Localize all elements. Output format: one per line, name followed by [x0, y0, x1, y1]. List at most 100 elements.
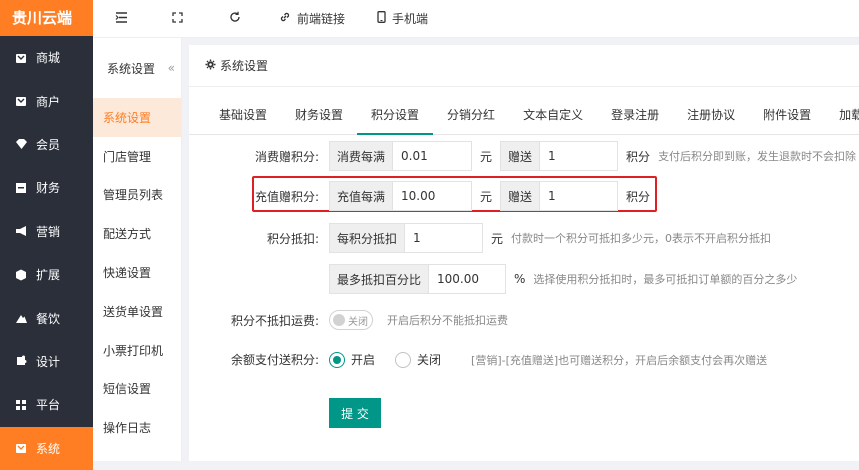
subnav-item-sms-settings[interactable]: 短信设置 [93, 370, 181, 409]
app-logo[interactable]: 贵川云端 [0, 0, 93, 36]
shop-icon [14, 51, 28, 65]
sidebar-item-label: 营销 [36, 223, 60, 240]
sidebar-item-marketing[interactable]: 营销 [0, 210, 93, 253]
subnav-item-admin-list[interactable]: 管理员列表 [93, 176, 181, 215]
settings-tabs: 基础设置 财务设置 积分设置 分销分红 文本自定义 登录注册 注册协议 附件设置… [189, 95, 859, 135]
sidebar-item-shop[interactable]: 商城 [0, 36, 93, 79]
sidebar-item-design[interactable]: 设计 [0, 340, 93, 383]
sidebar-item-merchant[interactable]: 商户 [0, 79, 93, 122]
subnav-item-system-settings[interactable]: 系统设置 [93, 98, 181, 137]
tab-login-register[interactable]: 登录注册 [597, 95, 673, 134]
gear-icon [205, 59, 220, 73]
fullscreen-button[interactable] [148, 0, 203, 38]
tab-distribution[interactable]: 分销分红 [433, 95, 509, 134]
subnav-item-delivery-methods[interactable]: 配送方式 [93, 214, 181, 253]
points-deduct-label: 积分抵扣: [189, 230, 329, 247]
sidebar-item-label: 扩展 [36, 266, 60, 283]
collapse-icon[interactable]: « [168, 61, 175, 75]
sidebar-item-label: 平台 [36, 396, 60, 413]
sidebar-item-dining[interactable]: 餐饮 [0, 296, 93, 339]
recharge-points-row: 充值赠积分: 充值每满 元 赠送 积分 [189, 181, 658, 211]
tab-points[interactable]: 积分设置 [357, 95, 433, 134]
consume-give-input[interactable] [540, 141, 618, 171]
refresh-button[interactable] [203, 0, 261, 38]
mobile-icon [377, 11, 392, 26]
tab-loading-icon[interactable]: 加载图标 [825, 95, 859, 134]
deduct-per-point-addon: 每积分抵扣 [329, 223, 405, 253]
subnav-item-delivery-note-settings[interactable]: 送货单设置 [93, 292, 181, 331]
consume-unit-yuan: 元 [472, 148, 500, 165]
subnav-item-store-management[interactable]: 门店管理 [93, 137, 181, 176]
design-icon [14, 354, 28, 368]
frontend-link-label: 前端链接 [297, 10, 345, 27]
balance-points-hint: [营销]-[充值赠送]也可赠送积分，开启后余额支付会再次赠送 [471, 352, 767, 368]
recharge-unit-yuan: 元 [472, 188, 500, 205]
percent-unit: % [506, 272, 533, 286]
sidebar-item-finance[interactable]: 财务 [0, 166, 93, 209]
deduct-per-point-input[interactable] [405, 223, 483, 253]
max-deduct-hint: 选择使用积分抵扣时，最多可抵扣订单额的百分之多少 [533, 271, 797, 287]
freight-label: 积分不抵扣运费: [189, 312, 329, 329]
tab-text-custom[interactable]: 文本自定义 [509, 95, 597, 134]
tab-attachment[interactable]: 附件设置 [749, 95, 825, 134]
balance-off-option[interactable]: 关闭 [395, 351, 441, 368]
refresh-icon [229, 11, 247, 26]
sidebar-item-label: 会员 [36, 136, 60, 153]
link-icon [279, 11, 297, 26]
balance-on-option[interactable]: 开启 [329, 351, 375, 368]
subnav-item-receipt-printer[interactable]: 小票打印机 [93, 331, 181, 370]
sub-nav-title: 系统设置 [107, 60, 155, 77]
submit-button[interactable]: 提 交 [329, 398, 381, 428]
sidebar-item-platform[interactable]: 平台 [0, 383, 93, 426]
mobile-button[interactable]: 手机端 [359, 0, 442, 38]
balance-points-row: 余额支付送积分: 开启 关闭 [营销]-[充值赠送]也可赠送积分，开启后余额支付… [189, 351, 767, 368]
merchant-icon [14, 94, 28, 108]
recharge-give-input[interactable] [540, 181, 618, 211]
radio-on-icon [329, 352, 345, 368]
balance-on-label: 开启 [351, 351, 375, 368]
recharge-points-label: 充值赠积分: [189, 188, 329, 205]
toggle-text: 关闭 [348, 313, 368, 328]
balance-off-label: 关闭 [417, 351, 441, 368]
subnav-item-express-settings[interactable]: 快递设置 [93, 253, 181, 292]
sub-nav-header: 系统设置 « [93, 38, 181, 98]
max-deduct-input[interactable] [429, 264, 506, 294]
radio-off-icon [395, 352, 411, 368]
subnav-item-operation-log[interactable]: 操作日志 [93, 408, 181, 447]
consume-points-row: 消费赠积分: 消费每满 元 赠送 积分 支付后积分即到账，发生退款时不会扣除 [189, 141, 856, 171]
system-icon [14, 441, 28, 455]
recharge-threshold-input[interactable] [393, 181, 472, 211]
deduct-per-point-hint: 付款时一个积分可抵扣多少元，0表示不开启积分抵扣 [511, 230, 771, 246]
sidebar-item-system[interactable]: 系统 [0, 427, 93, 470]
sidebar-item-label: 财务 [36, 179, 60, 196]
recharge-threshold-addon: 充值每满 [329, 181, 393, 211]
sidebar-item-extension[interactable]: 扩展 [0, 253, 93, 296]
tab-basic[interactable]: 基础设置 [205, 95, 281, 134]
settings-panel: 系统设置 基础设置 财务设置 积分设置 分销分红 文本自定义 登录注册 注册协议… [189, 45, 859, 461]
extension-icon [14, 268, 28, 282]
consume-unit-points: 积分 [618, 148, 658, 165]
toggle-knob [333, 314, 345, 326]
recharge-unit-points: 积分 [618, 188, 658, 205]
finance-icon [14, 181, 28, 195]
panel-header: 系统设置 [189, 45, 859, 87]
freight-toggle[interactable]: 关闭 [329, 310, 373, 330]
frontend-link-button[interactable]: 前端链接 [261, 0, 359, 38]
sidebar-item-label: 设计 [36, 353, 60, 370]
menu-toggle-button[interactable] [93, 0, 148, 38]
dining-icon [14, 311, 28, 325]
consume-threshold-addon: 消费每满 [329, 141, 393, 171]
platform-icon [14, 398, 28, 412]
deduct-unit-yuan: 元 [483, 230, 511, 247]
top-bar: 前端链接 手机端 [93, 0, 859, 38]
consume-threshold-input[interactable] [393, 141, 472, 171]
tab-finance[interactable]: 财务设置 [281, 95, 357, 134]
fullscreen-icon [172, 12, 189, 26]
menu-toggle-icon [115, 12, 134, 26]
consume-points-label: 消费赠积分: [189, 148, 329, 165]
points-deduct-row: 积分抵扣: 每积分抵扣 元 付款时一个积分可抵扣多少元，0表示不开启积分抵扣 [189, 223, 771, 253]
marketing-icon [14, 224, 28, 238]
sidebar-item-member[interactable]: 会员 [0, 123, 93, 166]
sidebar-item-label: 商户 [36, 93, 60, 110]
tab-register-agreement[interactable]: 注册协议 [673, 95, 749, 134]
